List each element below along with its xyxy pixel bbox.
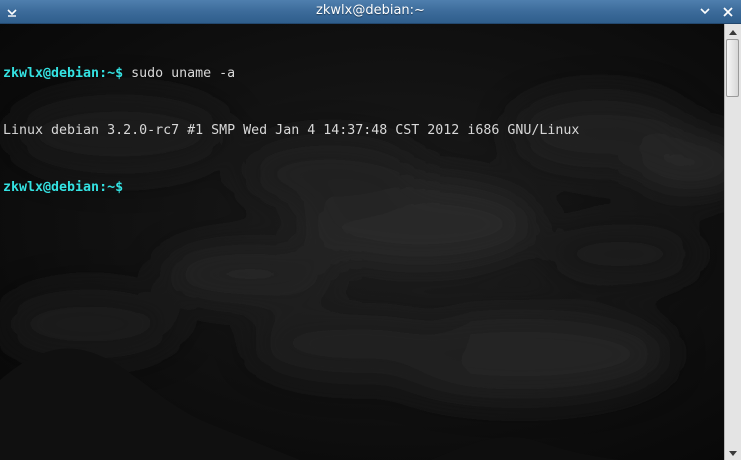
text-cursor [131, 178, 139, 193]
arrow-up-icon [729, 30, 737, 35]
vertical-scrollbar[interactable] [724, 24, 741, 460]
minimize-button[interactable] [696, 3, 714, 21]
terminal-output: zkwlx@debian:~$ sudo uname -a Linux debi… [3, 26, 579, 235]
shell-prompt: zkwlx@debian:~$ [3, 180, 124, 195]
arrow-down-icon [729, 451, 737, 456]
close-button[interactable] [719, 3, 737, 21]
close-icon [723, 7, 733, 17]
scroll-down-button[interactable] [725, 446, 741, 460]
terminal-line: Linux debian 3.2.0-rc7 #1 SMP Wed Jan 4 … [3, 121, 579, 140]
minimize-icon [700, 8, 710, 15]
terminal-line: zkwlx@debian:~$ sudo uname -a [3, 64, 579, 83]
command-text: sudo uname -a [123, 66, 236, 81]
terminal-area[interactable]: zkwlx@debian:~$ sudo uname -a Linux debi… [0, 24, 724, 460]
command-text [123, 180, 131, 195]
terminal-line: zkwlx@debian:~$ [3, 178, 579, 197]
terminal-window: zkwlx@debian:~ zkwlx@debian:~$ sudo unam… [0, 0, 741, 460]
output-text: Linux debian 3.2.0-rc7 #1 SMP Wed Jan 4 … [3, 123, 580, 138]
shell-prompt: zkwlx@debian:~$ [3, 66, 124, 81]
title-bar[interactable]: zkwlx@debian:~ [0, 0, 741, 24]
window-title: zkwlx@debian:~ [316, 3, 425, 18]
scrollbar-thumb[interactable] [726, 39, 739, 97]
scroll-up-button[interactable] [725, 24, 741, 38]
